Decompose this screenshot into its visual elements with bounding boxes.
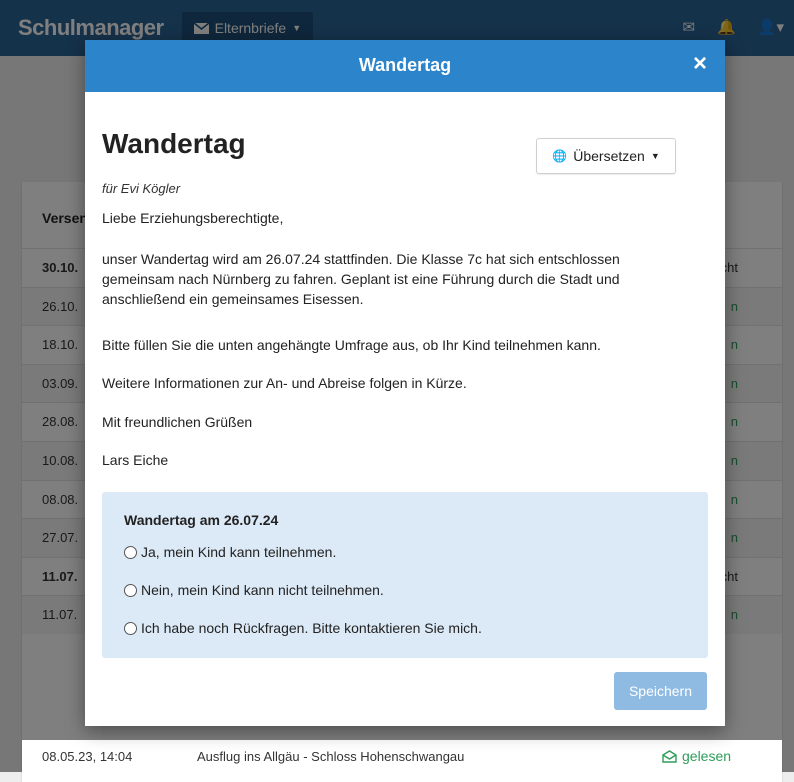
survey-option-questions[interactable]: Ich habe noch Rückfragen. Bitte kontakti… <box>124 620 482 636</box>
row-date: 08.05.23, 14:04 <box>42 749 133 764</box>
modal-header: Wandertag × <box>85 40 725 92</box>
survey-option-label: Nein, mein Kind kann nicht teilnehmen. <box>141 582 384 598</box>
close-button[interactable]: × <box>693 52 707 76</box>
recipient-line: für Evi Kögler <box>102 181 181 196</box>
letter-paragraph: Liebe Erziehungsberechtigte, <box>102 210 284 226</box>
radio-button[interactable] <box>124 545 137 559</box>
survey-title: Wandertag am 26.07.24 <box>124 512 279 528</box>
letter-title: Wandertag <box>102 128 246 159</box>
read-status: gelesen <box>662 748 731 764</box>
survey-option-label: Ich habe noch Rückfragen. Bitte kontakti… <box>141 620 482 636</box>
letter-paragraph: Bitte füllen Sie die unten angehängte Um… <box>102 337 601 353</box>
radio-button[interactable] <box>124 583 137 597</box>
survey-box: Wandertag am 26.07.24 Ja, mein Kind kann… <box>102 492 708 658</box>
survey-option-yes[interactable]: Ja, mein Kind kann teilnehmen. <box>124 544 336 560</box>
letter-paragraph: unser Wandertag wird am 26.07.24 stattfi… <box>102 251 620 307</box>
modal-title: Wandertag <box>358 55 452 75</box>
caret-down-icon: ▼ <box>650 151 660 161</box>
letter-paragraph: Mit freundlichen Grüßen <box>102 414 253 430</box>
save-button[interactable]: Speichern <box>614 672 707 710</box>
row-title: Ausflug ins Allgäu - Schloss Hohenschwan… <box>197 749 465 764</box>
translate-button[interactable]: 🌐 Übersetzen ▼ <box>536 138 676 174</box>
letter-modal: Wandertag × Wandertag 🌐 Übersetzen ▼ für… <box>85 40 725 726</box>
translate-label: Übersetzen <box>573 148 645 164</box>
survey-option-no[interactable]: Nein, mein Kind kann nicht teilnehmen. <box>124 582 384 598</box>
table-row[interactable]: 08.05.23, 14:04 Ausflug ins Allgäu - Sch… <box>22 740 782 772</box>
radio-button[interactable] <box>124 621 137 635</box>
translate-icon: 🌐 <box>552 149 568 163</box>
letter-paragraph: Weitere Informationen zur An- und Abreis… <box>102 375 467 391</box>
survey-option-label: Ja, mein Kind kann teilnehmen. <box>141 544 337 560</box>
envelope-open-icon <box>662 749 677 763</box>
read-status-label: gelesen <box>682 748 732 764</box>
letter-signature: Lars Eiche <box>102 452 169 468</box>
